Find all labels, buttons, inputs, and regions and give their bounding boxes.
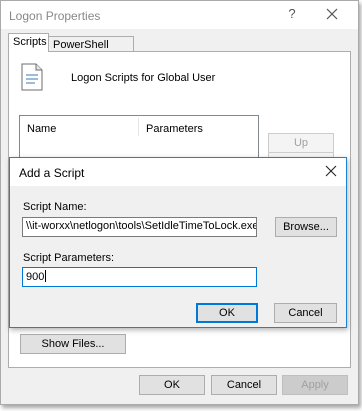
dialog-title-bar: Add a Script: [10, 158, 346, 186]
close-icon[interactable]: [323, 5, 341, 23]
script-parameters-value: 900: [26, 271, 45, 283]
column-header-name[interactable]: Name: [27, 123, 56, 135]
column-header-parameters[interactable]: Parameters: [146, 123, 203, 135]
browse-button[interactable]: Browse...: [275, 217, 337, 237]
text-caret: [45, 270, 47, 282]
dialog-ok-button[interactable]: OK: [196, 303, 258, 323]
show-files-button[interactable]: Show Files...: [20, 334, 126, 354]
dialog-cancel-button[interactable]: Cancel: [274, 303, 337, 323]
script-name-input[interactable]: \\it-worxx\netlogon\tools\SetIdleTimeToL…: [22, 217, 257, 237]
tab-scripts[interactable]: Scripts: [8, 33, 49, 52]
script-document-icon: [21, 63, 43, 91]
add-script-dialog: Add a Script Script Name: \\it-worxx\net…: [9, 157, 347, 328]
ok-button[interactable]: OK: [139, 375, 205, 395]
cancel-button[interactable]: Cancel: [211, 375, 277, 395]
script-name-label: Script Name:: [23, 201, 87, 213]
panel-heading: Logon Scripts for Global User: [71, 72, 216, 84]
column-divider[interactable]: [138, 118, 139, 136]
list-header: Name Parameters: [20, 116, 258, 138]
script-parameters-label: Script Parameters:: [23, 252, 115, 264]
apply-button[interactable]: Apply: [282, 375, 348, 395]
script-parameters-input[interactable]: 900: [22, 267, 257, 287]
up-button[interactable]: Up: [268, 133, 334, 153]
title-bar: Logon Properties ?: [1, 1, 358, 29]
window-title: Logon Properties: [9, 9, 101, 23]
dialog-title: Add a Script: [19, 166, 85, 180]
close-icon[interactable]: [324, 164, 338, 178]
help-icon[interactable]: ?: [284, 6, 300, 24]
